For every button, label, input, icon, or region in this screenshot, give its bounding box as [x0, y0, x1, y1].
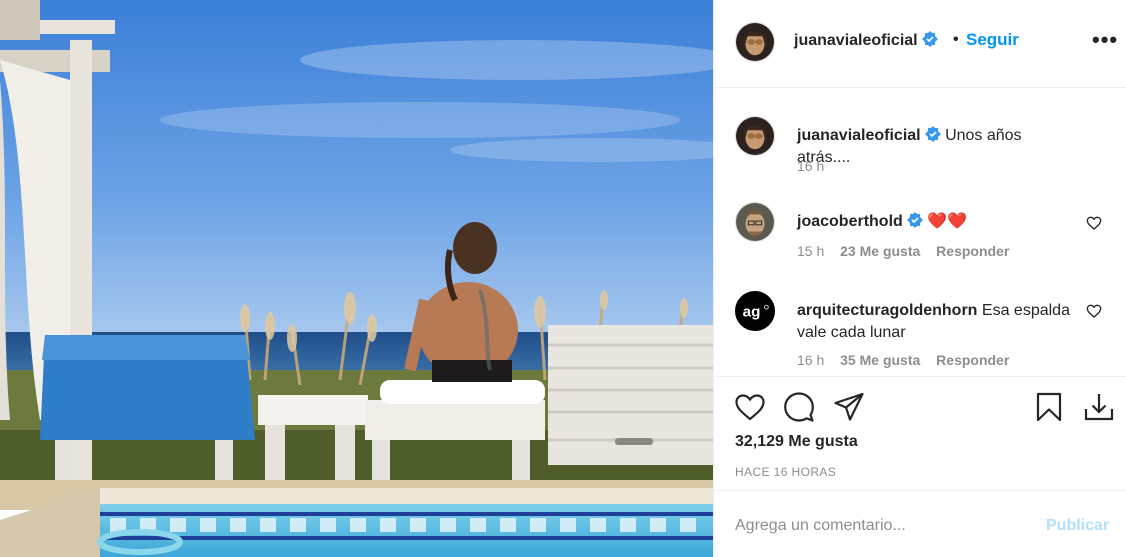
comment-avatar[interactable] [735, 202, 775, 242]
comment-username[interactable]: arquitecturagoldenhorn [797, 302, 977, 319]
reply-button[interactable]: Responder [936, 243, 1009, 259]
comment-input[interactable]: Agrega un comentario... [735, 517, 906, 535]
post-time-ago[interactable]: HACE 16 HORAS [735, 465, 836, 479]
share-icon[interactable] [833, 391, 865, 423]
caption-username[interactable]: juanavialeoficial [797, 127, 921, 144]
comment-time[interactable]: 15 h [797, 243, 824, 259]
comment-likes[interactable]: 35 Me gusta [840, 352, 920, 368]
comment-icon[interactable] [783, 391, 815, 423]
author-username[interactable]: juanavialeoficial [794, 31, 938, 50]
bookmark-icon[interactable] [1033, 391, 1065, 423]
verified-badge-icon [906, 212, 923, 228]
reply-button[interactable]: Responder [936, 352, 1009, 368]
caption-body: juanavialeoficial Unos años atrás.... [797, 125, 1077, 169]
comment-like-icon[interactable] [1086, 303, 1102, 319]
likes-count[interactable]: 32,129 Me gusta [735, 433, 858, 451]
publish-button[interactable]: Publicar [1046, 517, 1109, 535]
comment-like-icon[interactable] [1086, 215, 1102, 231]
more-options-icon[interactable]: ••• [1092, 29, 1118, 51]
heart-icon[interactable] [734, 391, 766, 423]
comment-text: ❤️❤️ [927, 213, 968, 230]
comment-meta: 16 h 35 Me gusta Responder [797, 352, 1021, 368]
comment-avatar[interactable]: ag [735, 291, 775, 331]
comments-list[interactable]: juanavialeoficial Unos años atrás.... 16… [714, 89, 1126, 375]
verified-badge-icon [921, 31, 938, 47]
post-header: juanavialeoficial • Seguir ••• [714, 0, 1126, 88]
author-avatar[interactable] [735, 22, 775, 62]
comment-time[interactable]: 16 h [797, 352, 824, 368]
caption-avatar[interactable] [735, 116, 775, 156]
author-username-text[interactable]: juanavialeoficial [794, 32, 918, 49]
header-separator: • [953, 31, 959, 48]
comment-username[interactable]: joacoberthold [797, 213, 903, 230]
follow-button[interactable]: Seguir [966, 30, 1019, 50]
comment-likes[interactable]: 23 Me gusta [840, 243, 920, 259]
add-comment-bar: Agrega un comentario... Publicar [714, 490, 1126, 557]
comment-body: arquitecturagoldenhorn Esa espalda vale … [797, 300, 1077, 344]
download-icon[interactable] [1083, 391, 1115, 423]
post-actions: 32,129 Me gusta HACE 16 HORAS [714, 376, 1126, 490]
post-image [0, 0, 713, 557]
comment-avatar-text: ag [743, 304, 761, 321]
caption-time[interactable]: 16 h [797, 158, 824, 174]
verified-badge-icon [924, 126, 941, 142]
caption-meta: 16 h [797, 158, 836, 174]
comment-body: joacoberthold ❤️❤️ [797, 211, 1077, 233]
post-photo[interactable] [0, 0, 713, 557]
post-side-panel: juanavialeoficial • Seguir ••• juanavial… [713, 0, 1126, 557]
comment-meta: 15 h 23 Me gusta Responder [797, 243, 1021, 259]
